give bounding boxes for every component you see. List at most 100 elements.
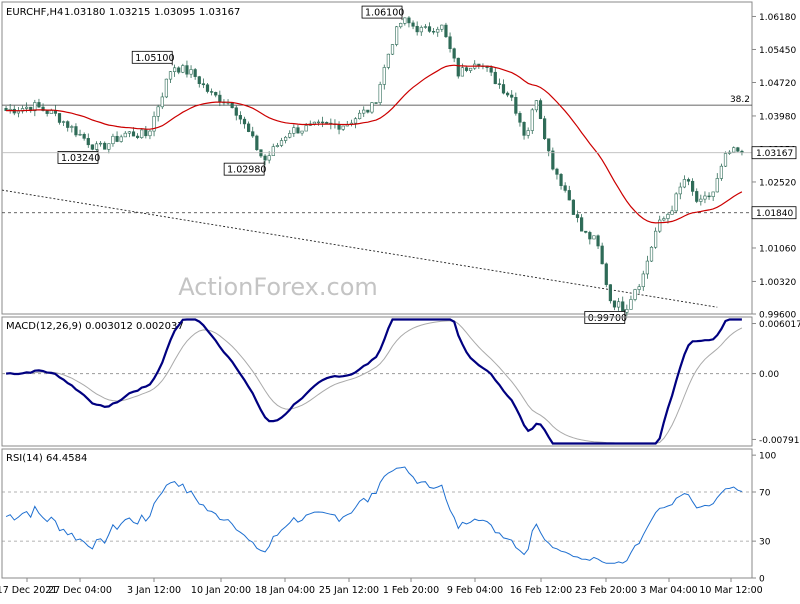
candle-body bbox=[645, 260, 649, 275]
macd-axis-tick-label: 0.006017 bbox=[759, 320, 800, 330]
current-price-label: 1.03167 bbox=[756, 149, 793, 159]
candle-body bbox=[514, 97, 518, 114]
candle-body bbox=[78, 133, 82, 136]
candle-body bbox=[144, 129, 148, 137]
candle-body bbox=[436, 28, 440, 33]
candle-body bbox=[362, 109, 366, 114]
candle-body bbox=[448, 36, 452, 49]
candle-body bbox=[633, 289, 637, 300]
level-price-label: 1.01840 bbox=[756, 209, 793, 219]
candle-body bbox=[70, 126, 74, 128]
candle-body bbox=[156, 106, 160, 117]
candle-body bbox=[695, 191, 699, 202]
candle-body bbox=[506, 92, 510, 96]
candle-body bbox=[255, 135, 259, 151]
candle-body bbox=[148, 130, 152, 137]
candle-body bbox=[699, 198, 703, 202]
price-axis-tick-label: 1.05450 bbox=[759, 46, 796, 56]
annotation-label: 1.05100 bbox=[135, 53, 174, 64]
candle-body bbox=[456, 57, 460, 77]
candle-body bbox=[90, 144, 94, 150]
candle-body bbox=[547, 138, 551, 152]
macd-axis-tick-label: 0.00 bbox=[759, 370, 779, 380]
candle-body bbox=[440, 24, 444, 30]
macd-panel-title: MACD(12,26,9) 0.003012 0.002037 bbox=[6, 321, 184, 332]
candle-body bbox=[588, 232, 592, 240]
candle-body bbox=[678, 186, 682, 195]
candle-body bbox=[551, 150, 555, 170]
candle-body bbox=[654, 230, 658, 248]
candle-body bbox=[629, 299, 633, 310]
candle-body bbox=[518, 113, 522, 123]
candle-body bbox=[16, 110, 20, 114]
candle-body bbox=[247, 123, 251, 132]
candle-body bbox=[382, 67, 386, 85]
price-axis-tick-label: 1.00320 bbox=[759, 278, 796, 288]
candle-body bbox=[173, 67, 177, 72]
candle-body bbox=[82, 133, 86, 139]
candle-body bbox=[592, 235, 596, 240]
candle-body bbox=[395, 26, 399, 45]
candle-body bbox=[131, 131, 136, 137]
candle-body bbox=[452, 48, 456, 59]
price-axis-tick-label: 0.99600 bbox=[759, 311, 796, 321]
candle-body bbox=[337, 124, 341, 130]
candle-body bbox=[288, 133, 292, 138]
candle-body bbox=[608, 284, 612, 302]
candle-body bbox=[419, 27, 423, 33]
x-tick-label: 10 Mar 12:00 bbox=[699, 585, 762, 596]
candle-body bbox=[444, 24, 448, 38]
candle-body bbox=[386, 53, 390, 68]
candle-body bbox=[703, 195, 707, 200]
candle-body bbox=[197, 76, 201, 84]
ohlc-high: 1.03215 bbox=[109, 7, 150, 18]
candle-body bbox=[25, 106, 29, 109]
candle-body bbox=[74, 126, 78, 136]
candle-body bbox=[662, 218, 666, 221]
candle-body bbox=[612, 300, 617, 308]
candle-body bbox=[160, 96, 164, 108]
candle-body bbox=[621, 301, 625, 313]
x-tick-label: 25 Jan 12:00 bbox=[319, 585, 379, 596]
candle-body bbox=[522, 121, 526, 136]
candle-body bbox=[390, 44, 395, 55]
candle-body bbox=[366, 109, 370, 113]
candle-body bbox=[296, 127, 300, 134]
candle-body bbox=[374, 102, 378, 104]
candle-body bbox=[140, 129, 144, 138]
candle-body bbox=[271, 146, 275, 156]
candle-body bbox=[637, 286, 641, 290]
candle-body bbox=[164, 78, 168, 98]
candle-body bbox=[538, 100, 543, 119]
candle-body bbox=[321, 121, 325, 124]
candle-body bbox=[275, 145, 279, 147]
candle-body bbox=[378, 84, 382, 103]
candle-body bbox=[649, 246, 654, 262]
candle-body bbox=[267, 155, 271, 161]
candle-body bbox=[177, 67, 181, 73]
price-axis-tick-label: 1.01060 bbox=[759, 244, 796, 254]
x-tick-label: 18 Jan 04:00 bbox=[255, 585, 315, 596]
candle-body bbox=[682, 179, 686, 188]
candle-body bbox=[736, 147, 740, 152]
price-panel-title: EURCHF,H4 bbox=[6, 7, 63, 18]
watermark: ActionForex.com bbox=[178, 273, 378, 301]
candle-body bbox=[604, 263, 608, 285]
candle-body bbox=[181, 65, 185, 73]
candle-body bbox=[292, 127, 296, 134]
candle-body bbox=[641, 273, 645, 288]
x-tick-label: 16 Feb 12:00 bbox=[510, 585, 572, 596]
candle-body bbox=[715, 178, 719, 193]
chart-canvas: ActionForex.com EURCHF,H4 1.03180 1.0321… bbox=[0, 0, 800, 600]
x-tick-label: 3 Jan 12:00 bbox=[127, 585, 181, 596]
candle-body bbox=[234, 107, 238, 116]
candle-body bbox=[658, 219, 662, 232]
candle-body bbox=[49, 110, 53, 114]
candle-body bbox=[563, 185, 567, 191]
candle-body bbox=[86, 138, 90, 146]
candle-body bbox=[94, 143, 99, 150]
candle-body bbox=[497, 83, 501, 85]
price-axis-tick-label: 1.03980 bbox=[759, 112, 796, 122]
candle-body bbox=[111, 135, 115, 145]
candle-body bbox=[205, 84, 210, 92]
